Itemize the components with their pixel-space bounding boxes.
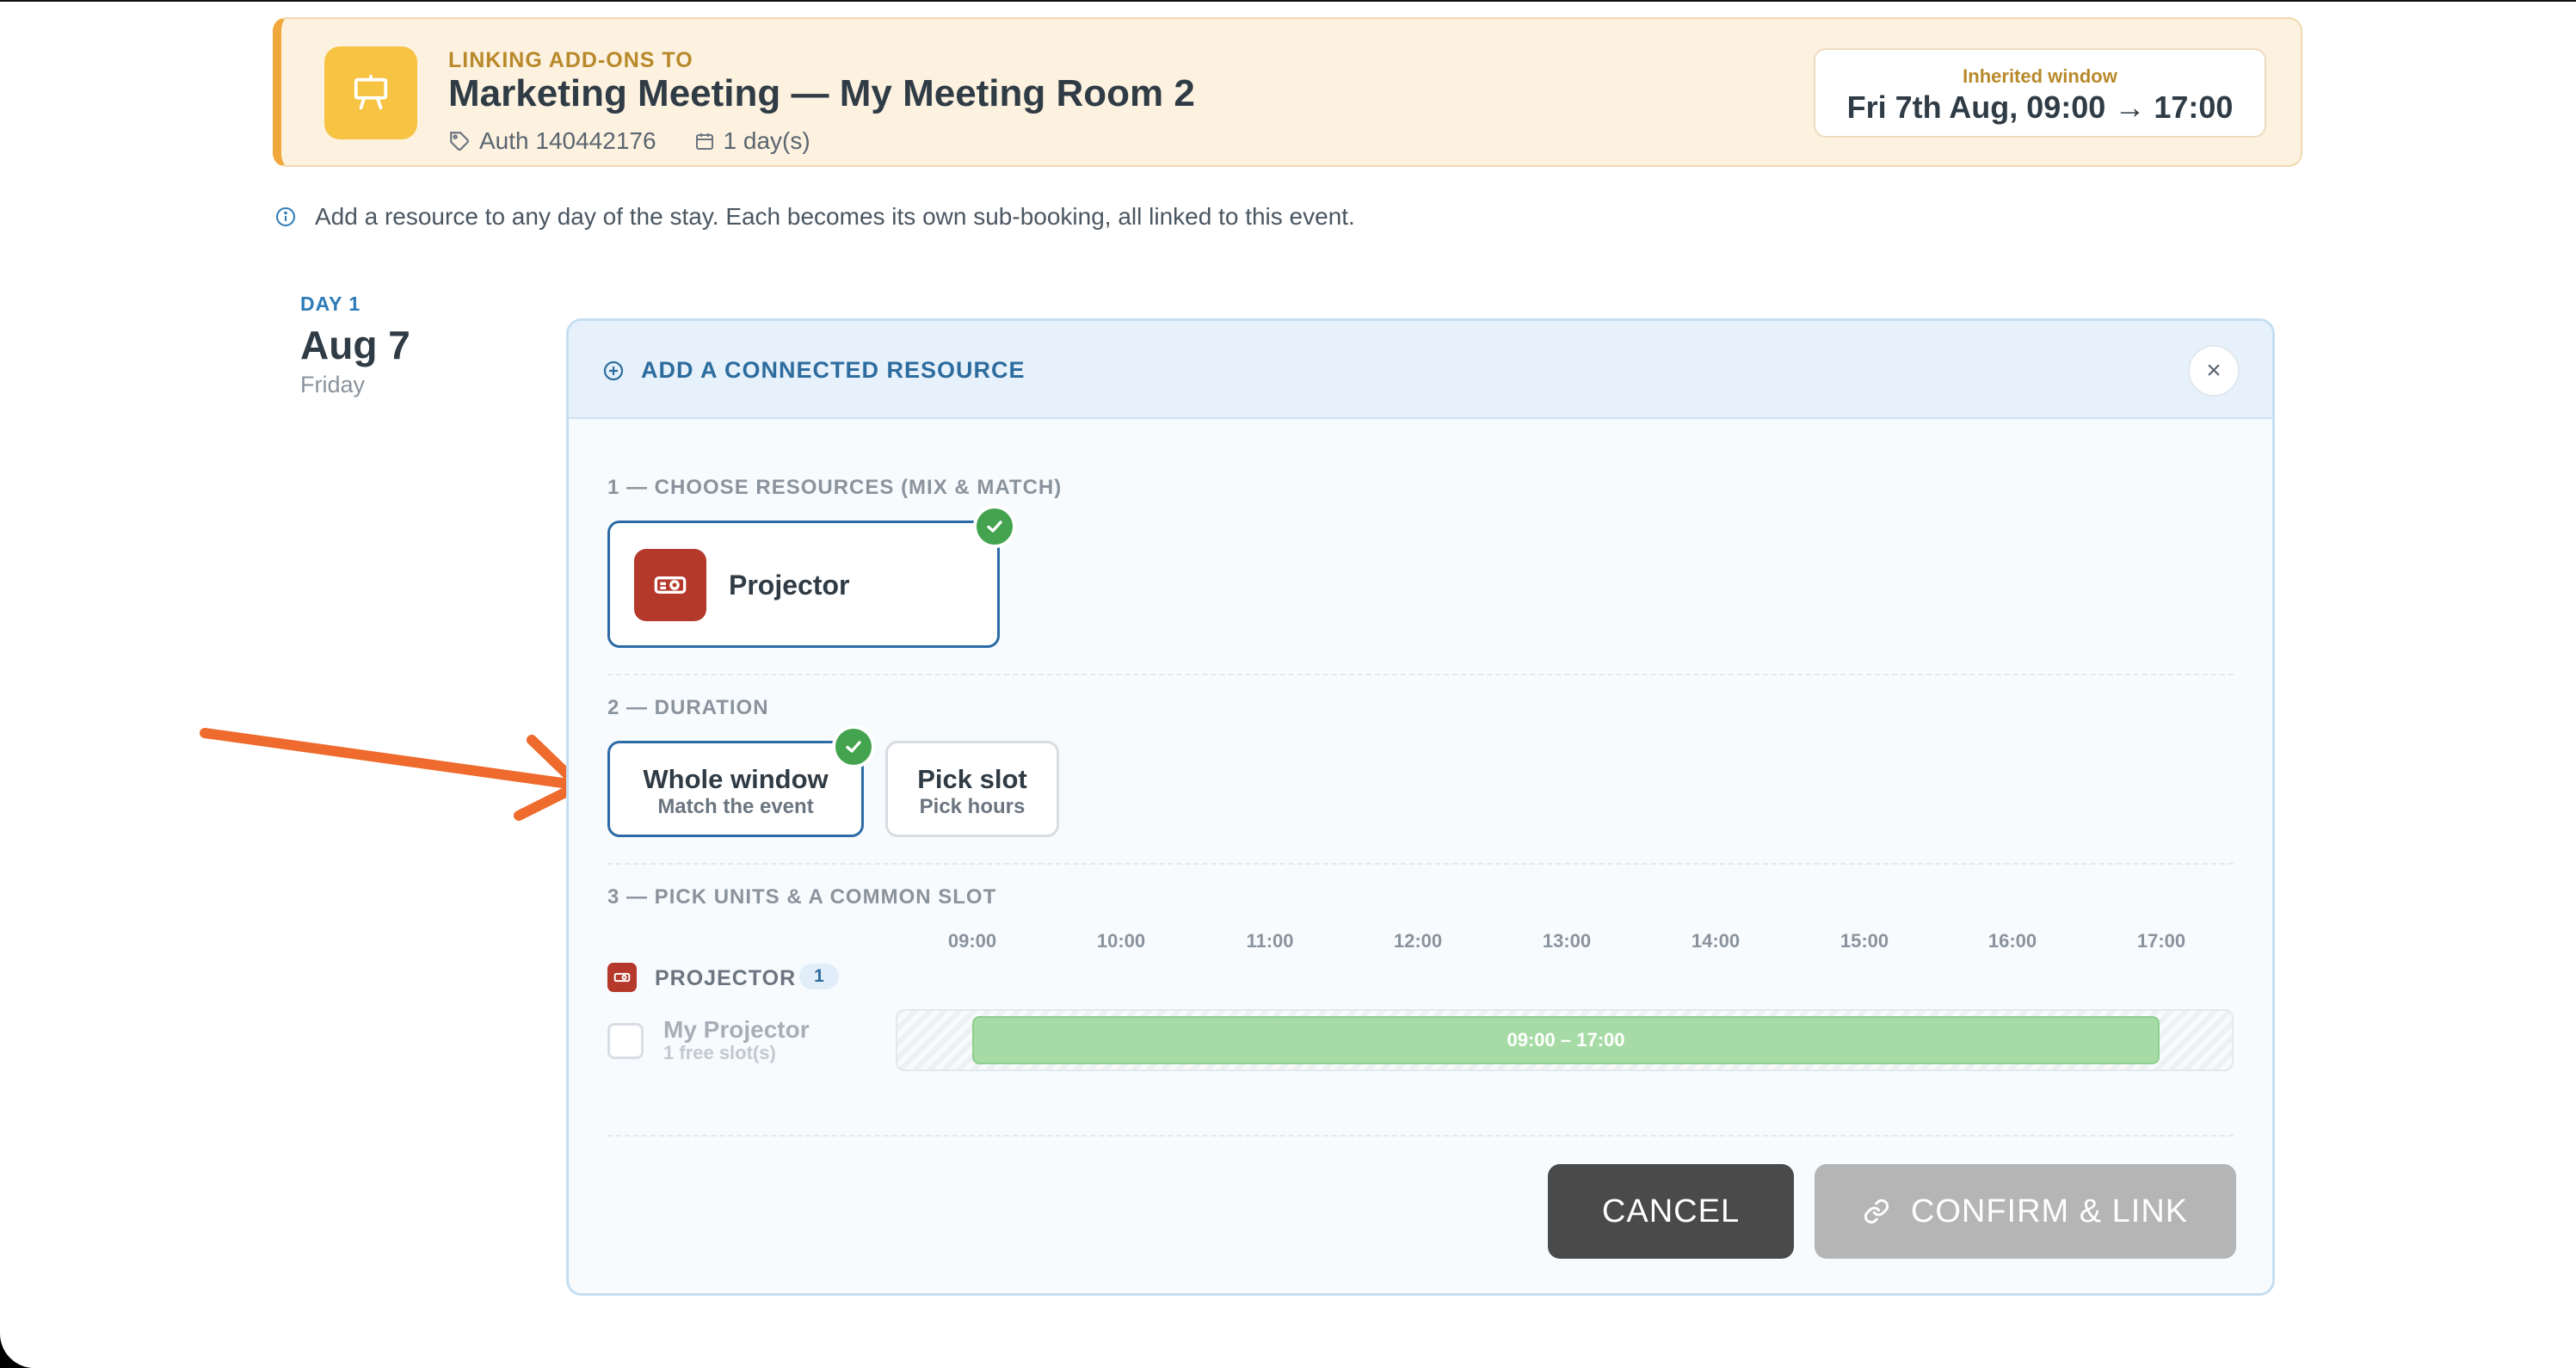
presentation-board-icon bbox=[324, 46, 417, 139]
cancel-button[interactable]: CANCEL bbox=[1548, 1164, 1794, 1259]
confirm-link-button[interactable]: CONFIRM & LINK bbox=[1815, 1164, 2236, 1259]
inherited-window-box: Inherited window Fri 7th Aug, 09:00 → 17… bbox=[1814, 48, 2266, 138]
day-weekday: Friday bbox=[300, 372, 366, 397]
duration-whole-window-button[interactable]: Whole window Match the event bbox=[607, 741, 864, 837]
confirm-label: CONFIRM & LINK bbox=[1910, 1192, 2189, 1229]
info-icon bbox=[276, 207, 295, 226]
event-title: Marketing Meeting — My Meeting Room 2 bbox=[448, 72, 1195, 114]
divider bbox=[607, 863, 2234, 865]
event-banner: LINKING ADD-ONS TO Marketing Meeting — M… bbox=[273, 17, 2302, 167]
close-icon: × bbox=[2206, 356, 2222, 385]
duration-pick-slot-button[interactable]: Pick slot Pick hours bbox=[885, 741, 1059, 837]
resource-group-count-badge: 1 bbox=[799, 964, 839, 989]
panel-title-text: ADD A CONNECTED RESOURCE bbox=[641, 357, 1026, 383]
inherited-window-label: Inherited window bbox=[1963, 65, 2117, 87]
panel-title: ADD A CONNECTED RESOURCE bbox=[603, 357, 1026, 384]
resource-group-name: PROJECTOR bbox=[655, 966, 797, 990]
day-count: 1 day(s) bbox=[723, 127, 810, 154]
unit-name: My Projector bbox=[663, 1016, 810, 1043]
info-text: Add a resource to any day of the stay. E… bbox=[315, 203, 1355, 230]
hour-label: 14:00 bbox=[1691, 930, 1741, 952]
duration-option-title: Pick slot bbox=[917, 764, 1027, 794]
hour-label: 13:00 bbox=[1542, 930, 1592, 952]
event-meta: Auth 140442176 1 day(s) bbox=[448, 127, 810, 155]
annotation-arrow-icon bbox=[200, 728, 584, 821]
cancel-label: CANCEL bbox=[1601, 1192, 1741, 1229]
tag-icon bbox=[450, 132, 469, 151]
resource-selected-check-icon bbox=[973, 505, 1016, 548]
divider bbox=[607, 1135, 2234, 1137]
inherited-window-value: Fri 7th Aug, 09:00 → 17:00 bbox=[1846, 89, 2234, 125]
timeline-track: 09:00 – 17:00 bbox=[896, 1009, 2234, 1071]
hour-label: 17:00 bbox=[2136, 930, 2186, 952]
banner-eyebrow: LINKING ADD-ONS TO bbox=[448, 48, 693, 72]
unit-availability: 1 free slot(s) bbox=[663, 1042, 776, 1063]
section-choose-resources: 1 — CHOOSE RESOURCES (MIX & MATCH) bbox=[607, 476, 1063, 499]
hour-label: 12:00 bbox=[1393, 930, 1443, 952]
add-resource-panel: ADD A CONNECTED RESOURCE × 1 — CHOOSE RE… bbox=[566, 318, 2275, 1296]
divider bbox=[607, 674, 2234, 675]
resource-option-projector[interactable]: Projector bbox=[607, 521, 1000, 648]
section-pick-units: 3 — PICK UNITS & A COMMON SLOT bbox=[607, 885, 997, 909]
unit-checkbox[interactable] bbox=[607, 1023, 644, 1059]
close-button[interactable]: × bbox=[2188, 345, 2240, 397]
projector-icon bbox=[634, 549, 706, 621]
available-slot[interactable]: 09:00 – 17:00 bbox=[972, 1016, 2160, 1064]
hour-label: 10:00 bbox=[1096, 930, 1146, 952]
hour-label: 15:00 bbox=[1840, 930, 1889, 952]
resource-label: Projector bbox=[729, 570, 850, 601]
link-icon bbox=[1864, 1199, 1889, 1224]
day-eyebrow: DAY 1 bbox=[300, 293, 361, 315]
info-line: Add a resource to any day of the stay. E… bbox=[275, 203, 1355, 231]
plus-circle-icon bbox=[603, 360, 624, 380]
hour-label: 16:00 bbox=[1987, 930, 2037, 952]
day-date: Aug 7 bbox=[300, 323, 410, 367]
auth-number: Auth 140442176 bbox=[479, 127, 656, 154]
calendar-icon bbox=[695, 133, 713, 150]
duration-option-subtitle: Match the event bbox=[657, 795, 814, 818]
hour-label: 09:00 bbox=[947, 930, 997, 952]
duration-selected-check-icon bbox=[832, 725, 875, 768]
slot-label: 09:00 – 17:00 bbox=[1507, 1029, 1625, 1051]
top-edge-line bbox=[0, 0, 2576, 2]
hour-label: 11:00 bbox=[1246, 930, 1294, 952]
panel-header: ADD A CONNECTED RESOURCE × bbox=[569, 321, 2272, 419]
projector-small-icon bbox=[607, 963, 637, 992]
duration-option-subtitle: Pick hours bbox=[919, 795, 1026, 818]
duration-option-title: Whole window bbox=[643, 764, 829, 794]
section-duration: 2 — DURATION bbox=[607, 696, 769, 719]
